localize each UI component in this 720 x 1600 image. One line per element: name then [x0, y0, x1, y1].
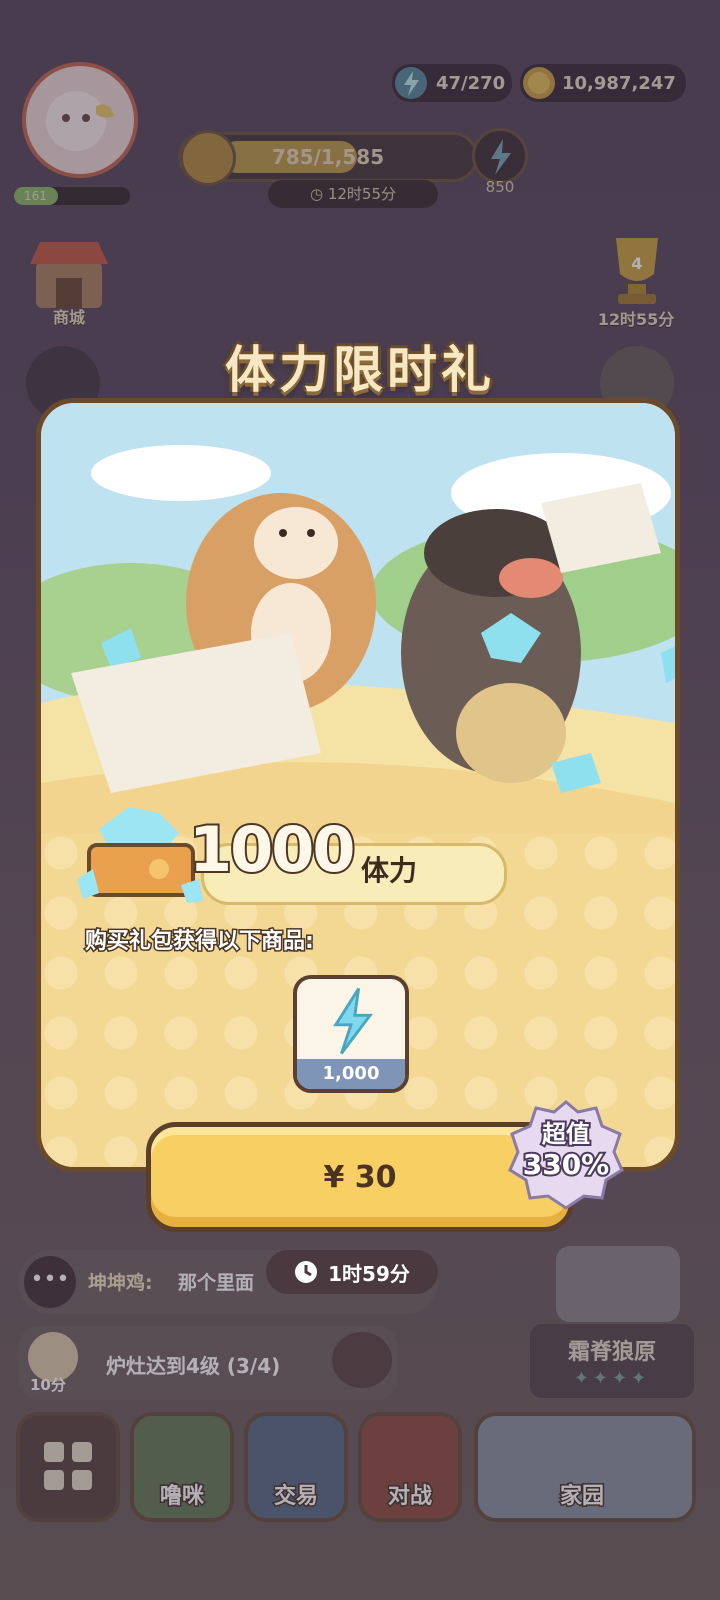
- amount-number: 1000: [187, 811, 358, 888]
- gift-timer-text: 1时59分: [328, 1261, 410, 1286]
- energy-crate-icon: [77, 807, 203, 903]
- value-badge: 超值 330%: [506, 1098, 626, 1210]
- value-line1: 超值: [540, 1118, 592, 1150]
- value-line2: 330%: [521, 1146, 612, 1183]
- gift-timer: 1时59分: [266, 1250, 438, 1294]
- gift-card: 1000 体力 购买礼包获得以下商品: 1,000: [36, 398, 680, 1172]
- clock-icon: [295, 1261, 318, 1283]
- buy-caption: 购买礼包获得以下商品:: [84, 928, 316, 956]
- reward-item-count: 1,000: [297, 1059, 405, 1089]
- amount-unit: 体力: [361, 854, 418, 887]
- price-label: ¥ 30: [323, 1159, 397, 1195]
- gift-illustration: [41, 403, 675, 853]
- reward-item-energy[interactable]: 1,000: [293, 975, 409, 1093]
- lightning-icon: [333, 987, 373, 1055]
- gift-title: 体力限时礼: [225, 341, 495, 399]
